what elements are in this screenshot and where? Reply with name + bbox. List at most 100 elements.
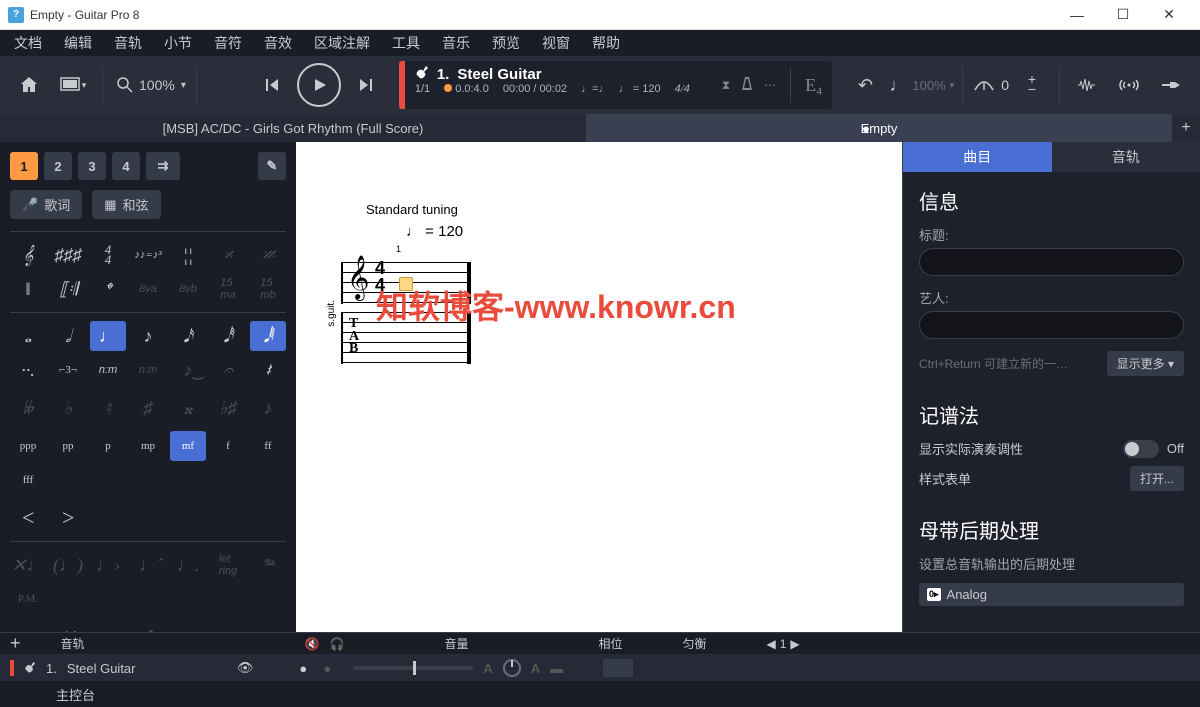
tremolo-button[interactable]: ♩≡ xyxy=(90,622,126,632)
p-button[interactable]: p xyxy=(90,431,126,461)
natural-button[interactable]: ♮ xyxy=(90,393,126,423)
staccato-button[interactable]: ♩. xyxy=(170,550,206,580)
voice-4-button[interactable]: 4 xyxy=(112,152,140,180)
mastering-preset[interactable]: Analog xyxy=(947,587,987,602)
tab-document-2[interactable]: Empty ● xyxy=(586,114,1172,142)
rasgueado-button[interactable]: x xyxy=(170,622,206,632)
quarter-note-button[interactable]: ♩ xyxy=(90,321,126,351)
fermata-button[interactable]: 𝄐 xyxy=(210,355,246,385)
menu-sound[interactable]: 音乐 xyxy=(438,31,474,55)
title-input[interactable] xyxy=(919,248,1184,276)
repeat-button[interactable]: ⟦𝄇 xyxy=(50,274,86,304)
show-more-button[interactable]: 显示更多 ▾ xyxy=(1107,351,1184,376)
stylesheet-open-button[interactable]: 打开... xyxy=(1130,466,1184,491)
display-button[interactable]: ▾ xyxy=(54,66,92,104)
zoom-value[interactable]: 100% xyxy=(139,77,175,93)
metronome-icon[interactable] xyxy=(740,76,754,95)
design-mode-button[interactable]: ✎ xyxy=(258,152,286,180)
triplet-feel-button[interactable]: ♪♪=♪³ xyxy=(130,240,166,270)
ntuplet2-button[interactable]: n:m xyxy=(130,355,166,385)
quindicesima-bassa-button[interactable]: 15mb xyxy=(250,274,286,304)
mp-button[interactable]: mp xyxy=(130,431,166,461)
let-ring-button[interactable]: letring xyxy=(210,550,246,580)
crescendo-button[interactable]: < xyxy=(10,503,46,533)
grace-note-button[interactable]: ♪ xyxy=(250,393,286,423)
menu-window[interactable]: 视窗 xyxy=(538,31,574,55)
inspector-tab-song[interactable]: 曲目 xyxy=(903,142,1052,172)
collapse-left-icon[interactable]: ◀ xyxy=(766,637,775,651)
double-flat-button[interactable]: 𝄫 xyxy=(10,393,46,423)
home-button[interactable] xyxy=(10,66,48,104)
voice-3-button[interactable]: 3 xyxy=(78,152,106,180)
automation-vol-icon[interactable]: A xyxy=(483,661,492,676)
pedal-button[interactable]: 𝆮 xyxy=(250,550,286,580)
ff-button[interactable]: ff xyxy=(250,431,286,461)
voice-2-button[interactable]: 2 xyxy=(44,152,72,180)
visibility-icon[interactable]: 👁 xyxy=(237,660,254,676)
fff-button[interactable]: fff xyxy=(10,465,46,495)
menu-track[interactable]: 音轨 xyxy=(110,31,146,55)
hourglass-icon[interactable]: ⧗ xyxy=(722,78,730,93)
plug-icon[interactable] xyxy=(1152,66,1190,104)
broadcast-icon[interactable] xyxy=(1110,66,1148,104)
accent-button[interactable]: ♩› xyxy=(90,550,126,580)
speed-note-icon[interactable]: ♩ xyxy=(888,66,908,104)
tab-add-button[interactable]: + xyxy=(1172,114,1200,142)
free-time-button[interactable]: ¦¦ xyxy=(170,240,206,270)
double-sharp-button[interactable]: 𝄪 xyxy=(170,393,206,423)
ppp-button[interactable]: ppp xyxy=(10,431,46,461)
rewind-button[interactable] xyxy=(253,66,291,104)
key-display[interactable]: E₄ xyxy=(805,75,822,96)
rest-button[interactable]: 𝄽 xyxy=(250,355,286,385)
chords-button[interactable]: ▦ 和弦 xyxy=(92,190,160,219)
eq-button[interactable]: ▬ xyxy=(550,661,563,676)
coda-button[interactable]: 𝄌 xyxy=(90,274,126,304)
inspector-tab-track[interactable]: 音轨 xyxy=(1052,142,1200,172)
whole-note-button[interactable]: 𝅝 xyxy=(10,321,46,351)
multivoice-button[interactable]: ⇉ xyxy=(146,152,180,180)
barline-button[interactable]: ‖ xyxy=(10,274,46,304)
brush-up-button[interactable]: ↟ xyxy=(130,622,166,632)
headphone-icon[interactable]: 🎧 xyxy=(329,637,344,651)
tie-button[interactable]: ⌣ xyxy=(10,622,46,632)
forward-button[interactable] xyxy=(347,66,385,104)
dot-button[interactable]: ∙∙. xyxy=(10,355,46,385)
ellipsis-icon[interactable]: ⋯ xyxy=(764,78,776,92)
add-track-button[interactable]: + xyxy=(10,633,21,654)
x-note-button[interactable]: ✕ xyxy=(50,622,86,632)
sixteenth-note-button[interactable]: 𝅘𝅥𝅯 xyxy=(170,321,206,351)
decrescendo-button[interactable]: > xyxy=(50,503,86,533)
maximize-button[interactable]: ☐ xyxy=(1100,0,1146,30)
menu-help[interactable]: 帮助 xyxy=(588,31,624,55)
minimize-button[interactable]: — xyxy=(1054,0,1100,30)
capo-value[interactable]: 0 xyxy=(1001,77,1009,93)
eighth-note-button[interactable]: ♪ xyxy=(130,321,166,351)
double-simile-button[interactable]: 𝄏 xyxy=(250,240,286,270)
simile-button[interactable]: 𝄎 xyxy=(210,240,246,270)
menu-note[interactable]: 音符 xyxy=(210,31,246,55)
timesig-display[interactable]: 4/4 xyxy=(675,83,690,95)
zoom-dropdown-icon[interactable]: ▾ xyxy=(181,80,186,91)
voice-1-button[interactable]: 1 xyxy=(10,152,38,180)
artist-input[interactable] xyxy=(919,311,1184,339)
transpose-button[interactable]: +− xyxy=(1013,66,1051,104)
menu-tools[interactable]: 工具 xyxy=(388,31,424,55)
dead-note-button[interactable]: ✕♩ xyxy=(10,550,46,580)
menu-section[interactable]: 区域注解 xyxy=(310,31,374,55)
quindicesima-button[interactable]: 15ma xyxy=(210,274,246,304)
close-button[interactable]: ✕ xyxy=(1146,0,1192,30)
menu-view[interactable]: 预览 xyxy=(488,31,524,55)
ghost-note-button[interactable]: (♩) xyxy=(50,550,86,580)
lyrics-button[interactable]: 🎤 歌词 xyxy=(10,190,82,219)
sixtyfourth-note-button[interactable]: 𝅘𝅥𝅱 xyxy=(250,321,286,351)
accidental-toggle-button[interactable]: ♭♯ xyxy=(210,393,246,423)
flat-button[interactable]: ♭ xyxy=(50,393,86,423)
mute-button[interactable]: ● xyxy=(293,661,313,676)
tempo-display[interactable]: ♩=♩ ♩ = 120 xyxy=(581,83,661,95)
half-note-button[interactable]: 𝅗𝅥 xyxy=(50,321,86,351)
tie-note-button[interactable]: ♪͜ xyxy=(170,355,206,385)
ottava-button[interactable]: 8va xyxy=(130,274,166,304)
instrument-slot[interactable] xyxy=(603,659,633,677)
pp-button[interactable]: pp xyxy=(50,431,86,461)
tab-document-1[interactable]: [MSB] AC/DC - Girls Got Rhythm (Full Sco… xyxy=(0,114,586,142)
